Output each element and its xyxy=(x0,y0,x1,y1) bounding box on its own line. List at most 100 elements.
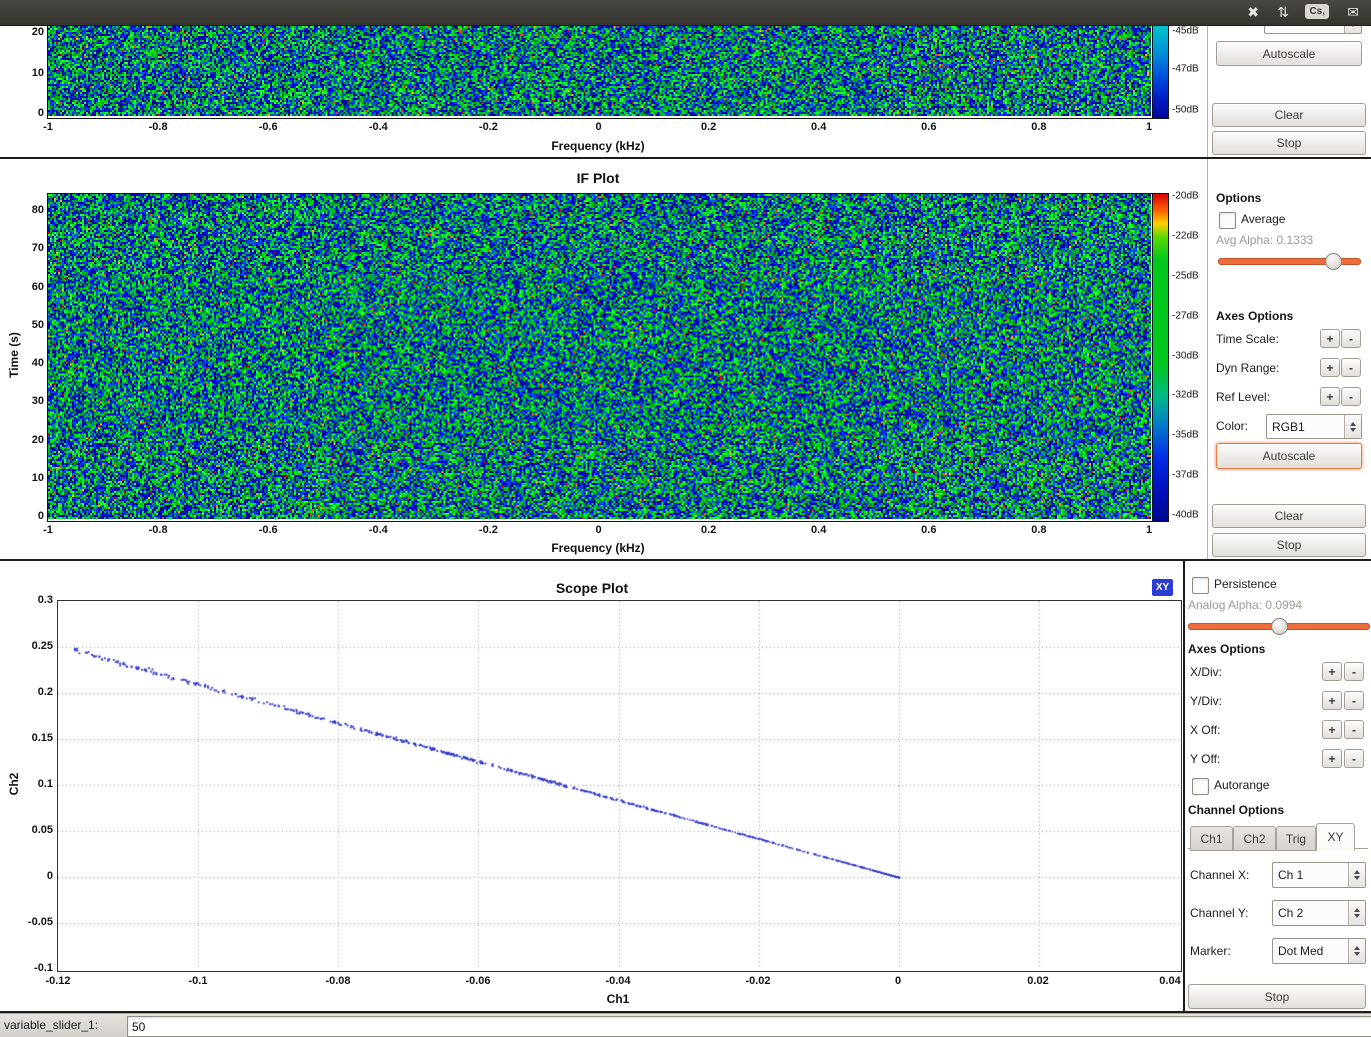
y-tick: -0.05 xyxy=(28,916,53,928)
y-tick: 20 xyxy=(32,26,44,38)
x-tick: -0.2 xyxy=(479,524,498,536)
options-heading: Options xyxy=(1216,191,1261,205)
top-autoscale-button[interactable]: Autoscale xyxy=(1216,41,1362,66)
xoff-minus-button[interactable]: - xyxy=(1344,720,1364,739)
ydiv-label: Y/Div: xyxy=(1190,694,1222,708)
x-tick: 0 xyxy=(595,121,601,133)
spinner-arrows-icon[interactable] xyxy=(1344,415,1361,438)
top-stop-button[interactable]: Stop xyxy=(1212,131,1366,155)
slider-value-input[interactable] xyxy=(127,1016,1371,1037)
top-waterfall-canvas[interactable] xyxy=(48,26,1151,116)
xoff-plus-button[interactable]: + xyxy=(1322,720,1342,739)
y-tick: 60 xyxy=(32,281,44,293)
xdiv-minus-button[interactable]: - xyxy=(1344,662,1364,681)
average-checkbox[interactable] xyxy=(1219,212,1236,229)
application-window: ✖ ⇅ Cs, ✉ Frequency (kHz) Color: RGB1 Au… xyxy=(0,0,1371,1037)
colorbar-tick: -37dB xyxy=(1172,470,1199,481)
ref-level-plus-button[interactable]: + xyxy=(1320,387,1340,406)
persistence-label: Persistence xyxy=(1214,577,1277,591)
if-color-combo[interactable]: RGB1 xyxy=(1266,414,1362,439)
colorbar-tick: -22dB xyxy=(1172,230,1199,241)
if-plot-canvas[interactable] xyxy=(48,194,1151,519)
y-tick: 0.15 xyxy=(32,732,53,744)
x-tick: -0.08 xyxy=(325,975,350,987)
x-tick: 0.8 xyxy=(1031,524,1046,536)
time-scale-label: Time Scale: xyxy=(1216,332,1279,346)
x-tick: 0.4 xyxy=(811,121,826,133)
scope-axes-options-heading: Axes Options xyxy=(1188,642,1265,656)
ydiv-plus-button[interactable]: + xyxy=(1322,691,1342,710)
scope-ylabel: Ch2 xyxy=(7,773,21,796)
avg-alpha-slider-handle[interactable] xyxy=(1325,253,1342,270)
y-tick: 0.1 xyxy=(38,778,53,790)
channel-y-combo[interactable]: Ch 2 xyxy=(1272,900,1366,926)
channel-x-combo[interactable]: Ch 1 xyxy=(1272,862,1366,888)
panel-divider xyxy=(1207,25,1208,559)
y-tick: -0.1 xyxy=(34,962,53,974)
x-tick: -0.6 xyxy=(259,121,278,133)
if-stop-button[interactable]: Stop xyxy=(1212,533,1366,557)
colorbar-tick: -32dB xyxy=(1172,390,1199,401)
colorbar-tick: -35dB xyxy=(1172,430,1199,441)
if-xlabel: Frequency (kHz) xyxy=(551,541,644,555)
y-tick: 0 xyxy=(38,107,44,119)
avg-alpha-label: Avg Alpha: 0.1333 xyxy=(1216,233,1313,247)
x-tick: -1 xyxy=(43,524,53,536)
ref-level-minus-button[interactable]: - xyxy=(1341,387,1361,406)
dyn-range-minus-button[interactable]: - xyxy=(1341,358,1361,377)
colorbar-tick: -50dB xyxy=(1172,105,1199,116)
channel-x-label: Channel X: xyxy=(1190,868,1249,882)
x-tick: -0.2 xyxy=(479,121,498,133)
x-tick: 1 xyxy=(1146,121,1152,133)
spinner-arrows-icon[interactable] xyxy=(1348,939,1365,963)
channel-options-heading: Channel Options xyxy=(1188,803,1284,817)
dyn-range-plus-button[interactable]: + xyxy=(1320,358,1340,377)
colorbar-tick: -47dB xyxy=(1172,64,1199,75)
keyboard-indicator-badge[interactable]: Cs, xyxy=(1305,4,1329,19)
tab-trig[interactable]: Trig xyxy=(1276,826,1316,851)
autorange-checkbox[interactable] xyxy=(1192,778,1209,795)
if-ylabel: Time (s) xyxy=(7,332,21,378)
yoff-label: Y Off: xyxy=(1190,752,1220,766)
xdiv-plus-button[interactable]: + xyxy=(1322,662,1342,681)
y-tick: 0.2 xyxy=(38,686,53,698)
network-icon[interactable]: ✖ xyxy=(1247,3,1259,21)
marker-combo[interactable]: Dot Med xyxy=(1272,938,1366,964)
scope-plot-canvas[interactable] xyxy=(58,601,1179,969)
top-colorbar xyxy=(1152,25,1169,119)
yoff-plus-button[interactable]: + xyxy=(1322,749,1342,768)
if-autoscale-button[interactable]: Autoscale xyxy=(1216,443,1362,469)
sync-arrows-icon[interactable]: ⇅ xyxy=(1277,3,1289,21)
x-tick: 0.8 xyxy=(1031,121,1046,133)
time-scale-plus-button[interactable]: + xyxy=(1320,329,1340,348)
analog-alpha-slider-handle[interactable] xyxy=(1271,618,1288,635)
spinner-arrows-icon[interactable] xyxy=(1348,863,1365,887)
tab-ch1[interactable]: Ch1 xyxy=(1190,826,1233,851)
x-tick: 0.4 xyxy=(811,524,826,536)
autorange-label: Autorange xyxy=(1214,778,1269,792)
ydiv-minus-button[interactable]: - xyxy=(1344,691,1364,710)
persistence-checkbox[interactable] xyxy=(1192,577,1209,594)
top-clear-button[interactable]: Clear xyxy=(1212,103,1366,127)
if-plot-frame xyxy=(47,193,1154,522)
scope-panel-divider xyxy=(1183,561,1185,1011)
section-divider xyxy=(0,559,1371,561)
y-tick: 50 xyxy=(32,319,44,331)
xoff-label: X Off: xyxy=(1190,723,1220,737)
top-xlabel: Frequency (kHz) xyxy=(551,139,644,153)
x-tick: -0.6 xyxy=(259,524,278,536)
xdiv-label: X/Div: xyxy=(1190,665,1222,679)
x-tick: -0.8 xyxy=(149,121,168,133)
time-scale-minus-button[interactable]: - xyxy=(1341,329,1361,348)
if-clear-button[interactable]: Clear xyxy=(1212,504,1366,528)
tab-xy[interactable]: XY xyxy=(1316,823,1355,851)
top-waterfall-frame xyxy=(47,25,1154,119)
tab-ch2[interactable]: Ch2 xyxy=(1233,826,1276,851)
y-tick: 0 xyxy=(47,870,53,882)
spinner-arrows-icon[interactable] xyxy=(1348,901,1365,925)
mail-icon[interactable]: ✉ xyxy=(1347,3,1359,21)
x-tick: 1 xyxy=(1146,524,1152,536)
scope-xlabel: Ch1 xyxy=(607,992,630,1006)
scope-stop-button[interactable]: Stop xyxy=(1188,984,1366,1009)
yoff-minus-button[interactable]: - xyxy=(1344,749,1364,768)
